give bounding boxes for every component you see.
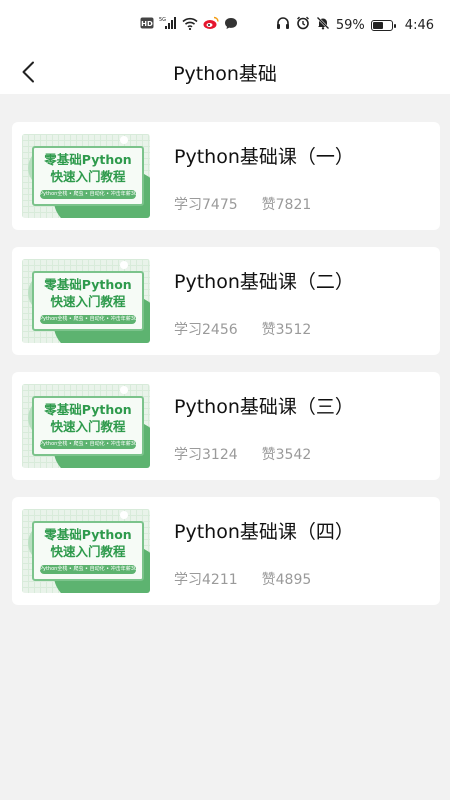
course-stats: 学习3124 赞3542 bbox=[174, 444, 311, 464]
course-thumbnail: 零基础Python 快速入门教程 Python全栈 • 爬虫 • 自动化 • 冲… bbox=[22, 259, 150, 343]
wifi-icon bbox=[182, 17, 198, 34]
thumbnail-tagline: Python全栈 • 爬虫 • 自动化 • 冲击年薪30万 bbox=[40, 315, 136, 324]
status-right: 59% 4:46 bbox=[276, 16, 434, 34]
chat-icon bbox=[224, 17, 238, 34]
course-thumbnail: 零基础Python 快速入门教程 Python全栈 • 爬虫 • 自动化 • 冲… bbox=[22, 134, 150, 218]
like-count: 赞3542 bbox=[261, 447, 312, 463]
course-card[interactable]: 零基础Python 快速入门教程 Python全栈 • 爬虫 • 自动化 • 冲… bbox=[12, 372, 440, 480]
like-count: 赞3512 bbox=[261, 322, 312, 338]
svg-text:HD: HD bbox=[141, 20, 153, 28]
study-count: 学习7475 bbox=[174, 197, 238, 213]
thumbnail-title-line1: 零基础Python bbox=[44, 402, 132, 417]
weibo-icon bbox=[203, 16, 219, 34]
thumbnail-tagline: Python全栈 • 爬虫 • 自动化 • 冲击年薪30万 bbox=[40, 440, 136, 449]
thumbnail-title-line2: 快速入门教程 bbox=[50, 419, 126, 434]
thumbnail-title-line1: 零基础Python bbox=[44, 277, 132, 292]
course-thumbnail: 零基础Python 快速入门教程 Python全栈 • 爬虫 • 自动化 • 冲… bbox=[22, 509, 150, 593]
course-title: Python基础课（一） bbox=[174, 146, 354, 168]
alarm-icon bbox=[296, 16, 310, 34]
course-stats: 学习7475 赞7821 bbox=[174, 194, 311, 214]
thumbnail-title-line1: 零基础Python bbox=[44, 152, 132, 167]
battery-icon bbox=[370, 19, 396, 31]
course-list: 零基础Python 快速入门教程 Python全栈 • 爬虫 • 自动化 • 冲… bbox=[12, 122, 440, 622]
back-button[interactable] bbox=[12, 56, 44, 88]
chevron-left-icon bbox=[22, 61, 34, 83]
study-count: 学习3124 bbox=[174, 447, 238, 463]
course-title: Python基础课（四） bbox=[174, 521, 354, 543]
study-count: 学习4211 bbox=[174, 572, 238, 588]
course-title: Python基础课（三） bbox=[174, 396, 354, 418]
network-label: 5G bbox=[159, 17, 166, 23]
course-stats: 学习2456 赞3512 bbox=[174, 319, 311, 339]
course-card[interactable]: 零基础Python 快速入门教程 Python全栈 • 爬虫 • 自动化 • 冲… bbox=[12, 247, 440, 355]
page-title: Python基础 bbox=[173, 62, 277, 85]
clock: 4:46 bbox=[404, 17, 434, 33]
like-count: 赞4895 bbox=[261, 572, 312, 588]
course-card[interactable]: 零基础Python 快速入门教程 Python全栈 • 爬虫 • 自动化 • 冲… bbox=[12, 122, 440, 230]
thumbnail-title-line2: 快速入门教程 bbox=[50, 544, 126, 559]
thumbnail-title-line2: 快速入门教程 bbox=[50, 294, 126, 309]
signal-icon: 5G bbox=[159, 16, 177, 34]
thumbnail-tagline: Python全栈 • 爬虫 • 自动化 • 冲击年薪30万 bbox=[40, 565, 136, 574]
status-left-icons: HD 5G bbox=[140, 16, 238, 34]
thumbnail-tagline: Python全栈 • 爬虫 • 自动化 • 冲击年薪30万 bbox=[40, 190, 136, 199]
course-stats: 学习4211 赞4895 bbox=[174, 569, 311, 589]
mute-icon bbox=[316, 16, 330, 34]
thumbnail-title-line2: 快速入门教程 bbox=[50, 169, 126, 184]
like-count: 赞7821 bbox=[261, 197, 312, 213]
headphones-icon bbox=[276, 16, 290, 34]
thumbnail-title-line1: 零基础Python bbox=[44, 527, 132, 542]
course-title: Python基础课（二） bbox=[174, 271, 354, 293]
hd-icon: HD bbox=[140, 17, 154, 33]
course-card[interactable]: 零基础Python 快速入门教程 Python全栈 • 爬虫 • 自动化 • 冲… bbox=[12, 497, 440, 605]
nav-bar: Python基础 bbox=[0, 50, 450, 94]
course-thumbnail: 零基础Python 快速入门教程 Python全栈 • 爬虫 • 自动化 • 冲… bbox=[22, 384, 150, 468]
status-bar: HD 5G 59% 4:46 bbox=[0, 0, 450, 50]
study-count: 学习2456 bbox=[174, 322, 238, 338]
battery-percent: 59% bbox=[335, 17, 365, 33]
